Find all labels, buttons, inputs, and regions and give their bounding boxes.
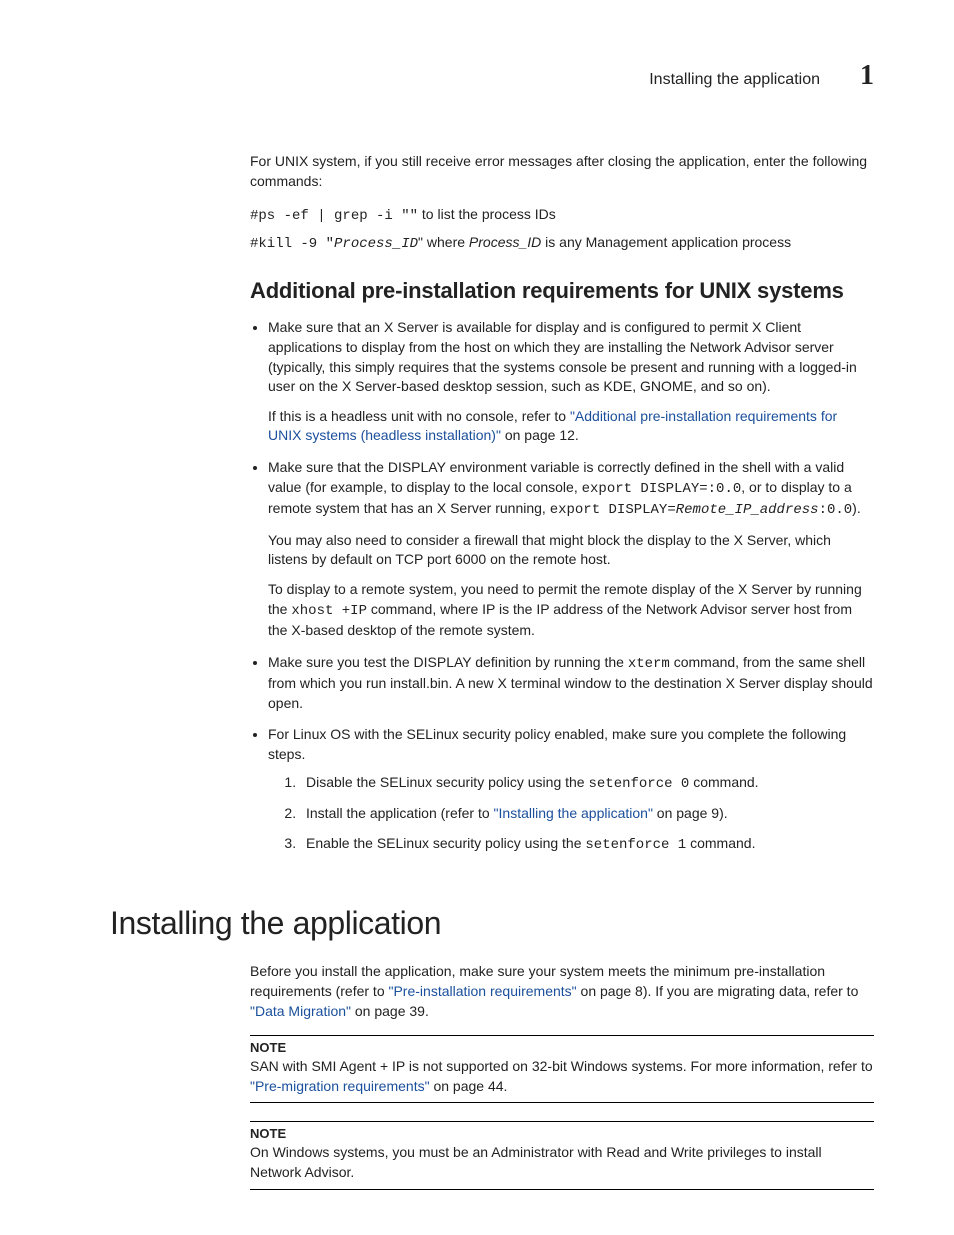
text: on page 44. [430, 1078, 508, 1094]
command-line: #ps -ef | grep -i "" to list the process… [250, 205, 874, 227]
paragraph: For UNIX system, if you still receive er… [250, 152, 874, 191]
text: For Linux OS with the SELinux security p… [268, 726, 846, 762]
text: If this is a headless unit with no conso… [268, 408, 570, 424]
text: on page 12. [501, 427, 579, 443]
chapter-heading: Installing the application [110, 905, 874, 942]
document-page: Installing the application 1 For UNIX sy… [0, 0, 954, 1235]
list-item: Make sure that an X Server is available … [268, 318, 874, 446]
running-title: Installing the application [649, 71, 820, 89]
list-item: For Linux OS with the SELinux security p… [268, 725, 874, 855]
bullet-list: Make sure that an X Server is available … [250, 318, 874, 855]
list-item: Disable the SELinux security policy usin… [300, 773, 874, 795]
section-heading: Additional pre-installation requirements… [250, 278, 874, 304]
text: Disable the SELinux security policy usin… [306, 774, 588, 790]
code-italic: Remote_IP_address [676, 502, 819, 518]
cross-reference-link[interactable]: "Data Migration" [250, 1003, 351, 1019]
text: ). [852, 500, 861, 516]
text: command. [689, 774, 758, 790]
text: is any Management application process [541, 234, 791, 250]
code: xhost +IP [291, 603, 367, 619]
text: " where [418, 234, 469, 250]
page-body: For UNIX system, if you still receive er… [250, 152, 874, 1190]
text-italic: Process_ID [469, 234, 541, 250]
page-header: Installing the application 1 [110, 60, 874, 92]
code-italic: Process_ID [334, 236, 418, 252]
code: :0.0 [819, 502, 853, 518]
code: setenforce 1 [585, 837, 686, 853]
text: to list the process IDs [418, 206, 556, 222]
code: #ps -ef | grep -i "" [250, 208, 418, 224]
text: Make sure that an X Server is available … [268, 319, 857, 394]
list-item: Install the application (refer to "Insta… [300, 804, 874, 824]
text: Enable the SELinux security policy using… [306, 835, 585, 851]
paragraph: If this is a headless unit with no conso… [268, 407, 874, 446]
list-item: Make sure that the DISPLAY environment v… [268, 458, 874, 641]
command-line: #kill -9 "Process_ID" where Process_ID i… [250, 233, 874, 255]
note-label: NOTE [250, 1126, 874, 1141]
list-item: Make sure you test the DISPLAY definitio… [268, 653, 874, 714]
list-item: Enable the SELinux security policy using… [300, 834, 874, 856]
cross-reference-link[interactable]: "Pre-migration requirements" [250, 1078, 430, 1094]
note-label: NOTE [250, 1040, 874, 1055]
code: xterm [628, 656, 670, 672]
text: on page 39. [351, 1003, 429, 1019]
text: Make sure you test the DISPLAY definitio… [268, 654, 628, 670]
code: export DISPLAY= [550, 502, 676, 518]
paragraph: Before you install the application, make… [250, 962, 874, 1021]
text: SAN with SMI Agent + IP is not supported… [250, 1058, 873, 1074]
cross-reference-link[interactable]: "Installing the application" [494, 805, 653, 821]
paragraph: You may also need to consider a firewall… [268, 531, 874, 570]
note-block: NOTE SAN with SMI Agent + IP is not supp… [250, 1035, 874, 1103]
code: #kill -9 " [250, 236, 334, 252]
note-block: NOTE On Windows systems, you must be an … [250, 1121, 874, 1189]
text: Install the application (refer to [306, 805, 494, 821]
numbered-list: Disable the SELinux security policy usin… [282, 773, 874, 856]
cross-reference-link[interactable]: "Pre-installation requirements" [389, 983, 577, 999]
chapter-number: 1 [860, 60, 874, 92]
code: export DISPLAY=:0.0 [582, 481, 742, 497]
paragraph: To display to a remote system, you need … [268, 580, 874, 641]
text: command. [686, 835, 755, 851]
text: on page 8). If you are migrating data, r… [577, 983, 859, 999]
note-text: SAN with SMI Agent + IP is not supported… [250, 1057, 874, 1096]
note-text: On Windows systems, you must be an Admin… [250, 1143, 874, 1182]
text: on page 9). [653, 805, 728, 821]
code: setenforce 0 [588, 776, 689, 792]
